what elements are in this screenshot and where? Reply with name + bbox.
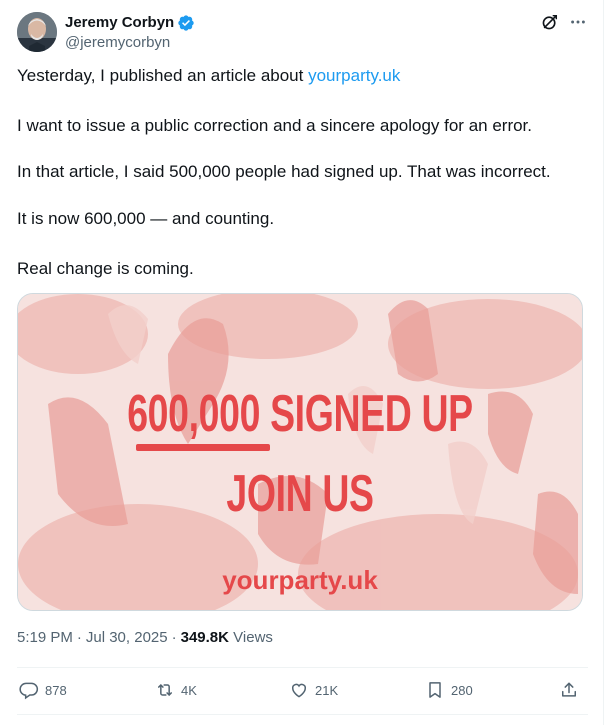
tweet-line-1: Yesterday, I published an article about … xyxy=(17,64,400,88)
like-button[interactable]: 21K xyxy=(289,680,338,700)
reply-count: 878 xyxy=(45,682,67,698)
meta-dot: · xyxy=(76,629,82,646)
meta-dot: · xyxy=(171,629,177,646)
repost-icon xyxy=(158,684,172,696)
views-count[interactable]: 349.8K xyxy=(181,629,229,646)
tweet-header: Jeremy Corbyn @jeremycorbyn xyxy=(17,12,588,54)
crowd-photo-background xyxy=(18,294,582,610)
author-name[interactable]: Jeremy Corbyn xyxy=(65,13,174,33)
repost-button[interactable]: 4K xyxy=(155,680,197,700)
more-icon[interactable] xyxy=(568,12,588,32)
tweet-line-5: Real change is coming. xyxy=(17,259,194,278)
bookmark-icon xyxy=(429,682,441,698)
tweet-media-image[interactable]: 600,000 SIGNED UP JOIN US yourparty.uk xyxy=(17,293,583,611)
author-handle[interactable]: @jeremycorbyn xyxy=(65,33,195,53)
tweet-line-4: It is now 600,000 — and counting. xyxy=(17,209,275,228)
tweet-actions: 878 4K 21K 280 xyxy=(17,680,588,702)
like-count: 21K xyxy=(315,682,339,698)
media-headline-signed-up: 600,000 SIGNED UP xyxy=(127,385,473,443)
tweet-time[interactable]: 5:19 PM xyxy=(17,629,73,646)
author-name-row[interactable]: Jeremy Corbyn xyxy=(65,13,195,33)
tweet-line-1-text: Yesterday, I published an article about xyxy=(17,66,309,85)
reply-icon xyxy=(19,682,39,700)
heart-icon xyxy=(292,683,306,698)
avatar[interactable] xyxy=(17,12,57,52)
author-names: Jeremy Corbyn @jeremycorbyn xyxy=(65,13,195,53)
divider xyxy=(17,667,588,668)
tweet-line-2: I want to issue a public correction and … xyxy=(17,116,533,135)
bookmark-button[interactable]: 280 xyxy=(425,680,473,700)
tweet-meta: 5:19 PM · Jul 30, 2025 · 349.8K Views xyxy=(17,628,273,648)
grok-icon[interactable] xyxy=(540,12,560,32)
tweet-card: Jeremy Corbyn @jeremycorbyn Yesterday, I… xyxy=(0,0,604,725)
share-icon xyxy=(562,682,576,697)
verified-badge-icon xyxy=(177,14,195,32)
share-button[interactable] xyxy=(559,680,579,700)
media-underline xyxy=(136,444,270,451)
reply-button[interactable]: 878 xyxy=(19,680,67,700)
header-actions xyxy=(540,12,588,32)
media-url-text: yourparty.uk xyxy=(222,565,378,595)
yourparty-link[interactable]: yourparty.uk xyxy=(308,66,400,85)
repost-count: 4K xyxy=(181,682,197,698)
views-label: Views xyxy=(233,629,273,646)
tweet-date[interactable]: Jul 30, 2025 xyxy=(86,629,168,646)
tweet-line-3: In that article, I said 500,000 people h… xyxy=(17,162,551,181)
bookmark-count: 280 xyxy=(451,682,473,698)
divider xyxy=(17,714,588,715)
media-headline-join-us: JOIN US xyxy=(226,465,374,523)
avatar-image xyxy=(17,12,57,52)
